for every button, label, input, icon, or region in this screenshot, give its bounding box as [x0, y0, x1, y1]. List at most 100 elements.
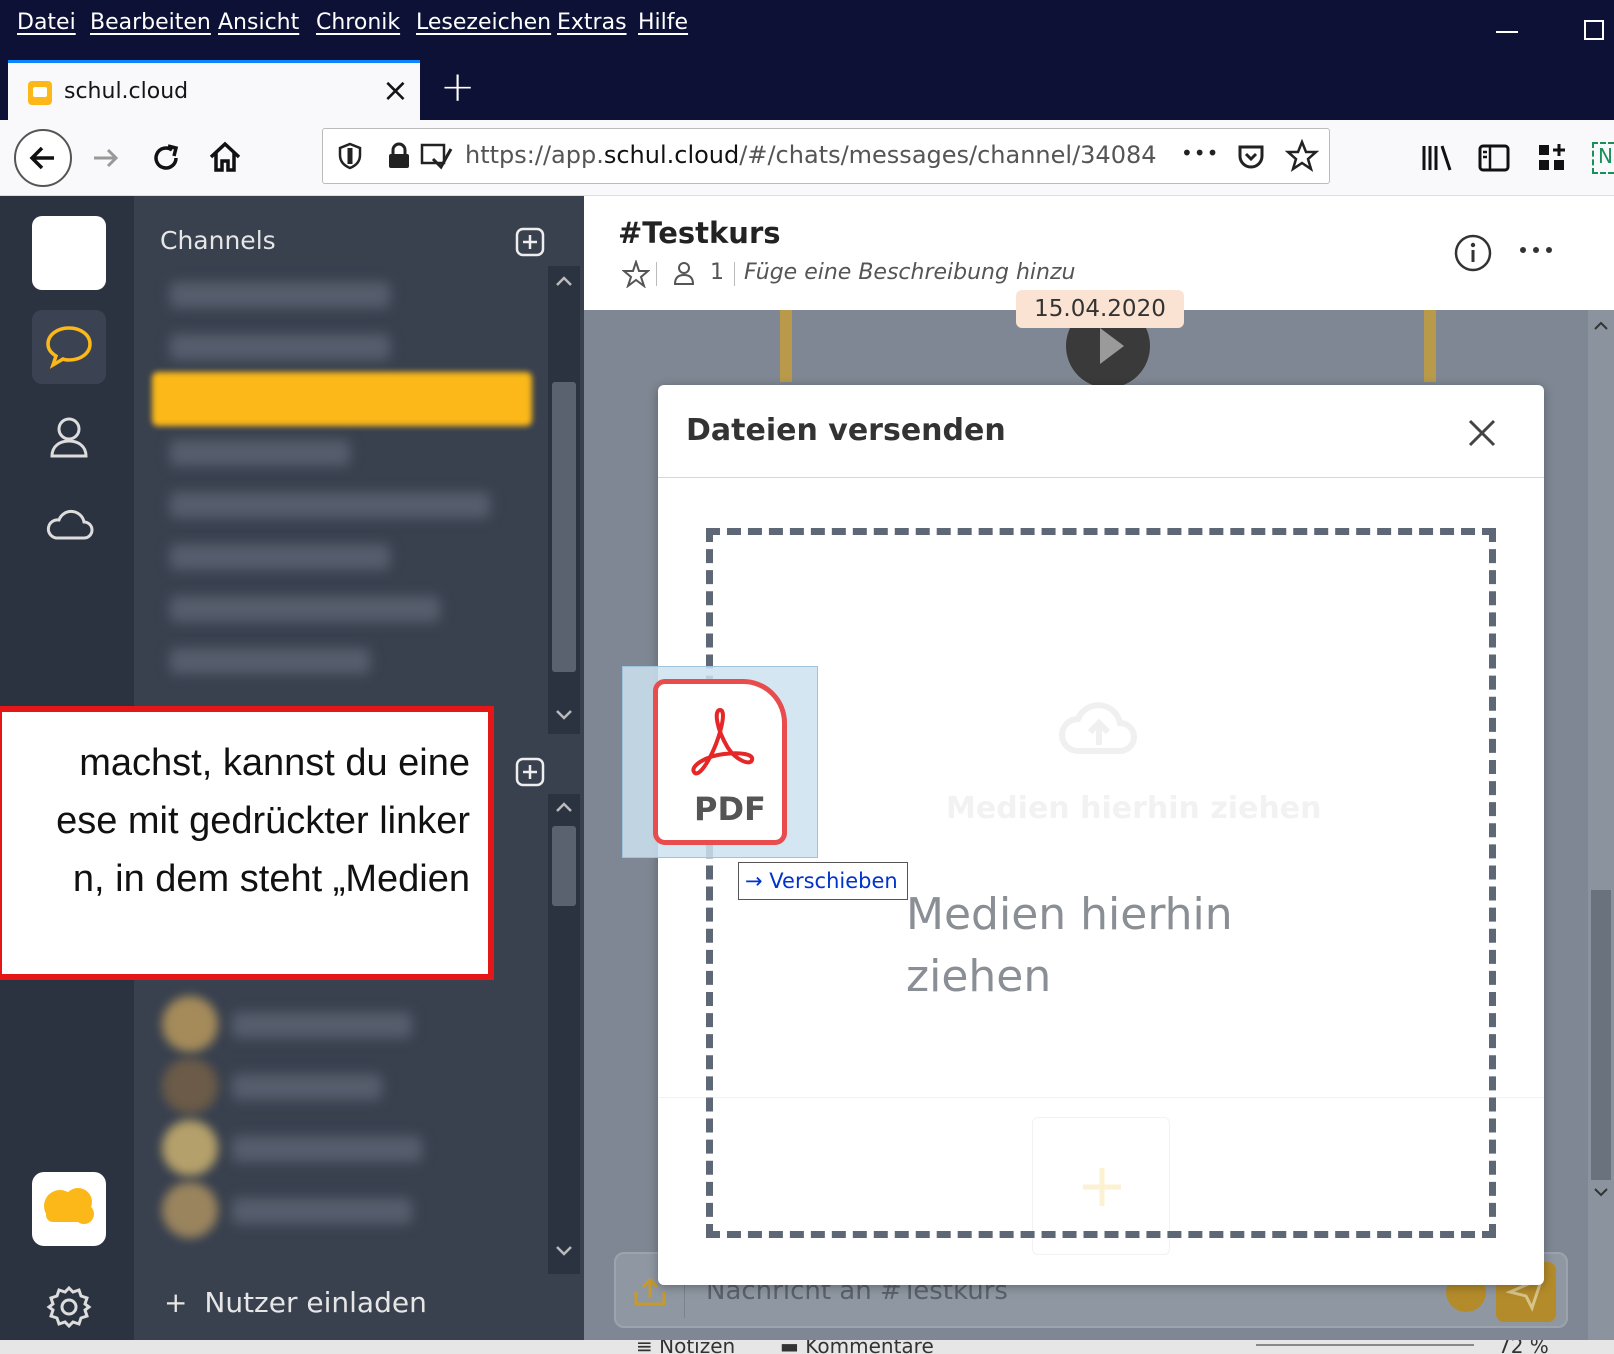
channels-heading: Channels — [160, 226, 276, 255]
contact-list-item[interactable] — [232, 1074, 382, 1100]
drop-hint-line2: ziehen — [906, 951, 1052, 1002]
dialog-title: Dateien versenden — [686, 413, 1006, 448]
channel-list-item[interactable] — [170, 544, 390, 570]
channel-list-item[interactable] — [170, 648, 370, 674]
menu-ansicht[interactable]: Ansicht — [218, 10, 299, 35]
scrollbar-thumb[interactable] — [1591, 890, 1611, 1180]
extensions-icon[interactable] — [1534, 140, 1570, 176]
dragged-file[interactable]: PDF — [622, 666, 818, 858]
move-tooltip: → Verschieben — [738, 862, 908, 900]
avatar — [162, 1058, 218, 1114]
arrow-left-icon — [29, 146, 54, 170]
shield-icon[interactable] — [335, 141, 365, 171]
comments-button[interactable]: ▬ Kommentare — [780, 1340, 934, 1354]
member-count: 1 — [710, 260, 724, 285]
close-tab-icon[interactable]: × — [382, 71, 409, 109]
menu-chronik[interactable]: Chronik — [316, 10, 400, 35]
chats-nav-button[interactable] — [32, 310, 106, 384]
chat-scrollbar[interactable] — [1588, 310, 1614, 1344]
contact-list-item[interactable] — [232, 1136, 422, 1162]
info-icon[interactable] — [1452, 232, 1494, 274]
notes-button[interactable]: ≡ Notizen — [636, 1340, 735, 1354]
favicon-icon — [28, 81, 52, 105]
more-options-icon[interactable] — [1518, 244, 1554, 256]
channel-list-item[interactable] — [170, 492, 490, 518]
pocket-icon[interactable] — [1235, 141, 1267, 173]
minimize-icon[interactable] — [1496, 31, 1518, 33]
scroll-up-icon[interactable] — [554, 800, 574, 814]
menu-extras[interactable]: Extras — [557, 10, 627, 35]
status-bar: ≡ Notizen ▬ Kommentare 72 % — [0, 1340, 1614, 1354]
maximize-icon[interactable] — [1584, 20, 1604, 40]
pdf-file-icon: PDF — [653, 679, 787, 845]
menu-lesezeichen[interactable]: Lesezeichen — [416, 10, 551, 35]
menu-hilfe[interactable]: Hilfe — [638, 10, 688, 35]
page-actions-icon[interactable]: ••• — [1181, 141, 1219, 165]
new-tab-icon[interactable]: + — [440, 62, 475, 111]
chat-bubble-icon — [46, 326, 92, 369]
contact-list-item[interactable] — [232, 1198, 412, 1224]
scroll-down-icon[interactable] — [1592, 1186, 1610, 1200]
scrollbar-thumb[interactable] — [552, 826, 576, 906]
zoom-level: 72 % — [1498, 1340, 1549, 1354]
url-bar[interactable]: https://app.schul.cloud/#/chats/messages… — [322, 128, 1330, 184]
library-icon[interactable] — [1418, 138, 1458, 178]
settings-gear-icon[interactable] — [44, 1282, 94, 1332]
forward-icon[interactable] — [88, 140, 124, 176]
comments-label: Kommentare — [805, 1340, 934, 1354]
addon-icon[interactable]: N — [1592, 142, 1614, 174]
favorite-star-icon[interactable] — [622, 260, 650, 288]
avatar — [162, 1120, 218, 1176]
message-bubble-edge — [780, 310, 792, 382]
bookmark-star-icon[interactable] — [1285, 139, 1319, 173]
tab-schul-cloud[interactable]: schul.cloud × — [8, 60, 420, 120]
url-text[interactable]: https://app.schul.cloud/#/chats/messages… — [465, 141, 1157, 169]
home-icon[interactable] — [206, 138, 244, 176]
channel-list-item[interactable] — [170, 596, 440, 622]
channel-scrollbar[interactable] — [548, 266, 580, 734]
description-placeholder[interactable]: Füge eine Beschreibung hinzu — [744, 260, 1075, 285]
annotation-line3: n, in dem steht „Medien — [72, 858, 470, 900]
schul-cloud-logo[interactable] — [32, 1172, 106, 1246]
contact-list-item[interactable] — [232, 1012, 412, 1038]
permissions-icon[interactable] — [419, 141, 453, 171]
tab-title: schul.cloud — [64, 79, 189, 104]
date-badge: 15.04.2020 — [1016, 290, 1184, 328]
invite-users-button[interactable]: + Nutzer einladen — [164, 1286, 427, 1319]
cloud-icon[interactable] — [42, 506, 96, 546]
reload-icon[interactable] — [148, 140, 184, 176]
contacts-icon[interactable] — [44, 412, 94, 462]
organization-logo[interactable] — [32, 216, 106, 290]
scroll-up-icon[interactable] — [554, 274, 574, 288]
zoom-slider[interactable] — [1256, 1344, 1474, 1346]
scroll-down-icon[interactable] — [554, 1244, 574, 1258]
menu-datei[interactable]: Datei — [17, 10, 76, 35]
schul-cloud-logo-icon — [44, 1188, 94, 1224]
annotation-line1: machst, kannst du eine — [79, 742, 470, 784]
channel-list-item[interactable] — [170, 334, 390, 360]
channel-list-item[interactable] — [170, 440, 350, 466]
url-prefix: https://app. — [465, 141, 604, 169]
channel-list-item[interactable] — [170, 282, 390, 308]
contacts-scrollbar[interactable] — [548, 794, 580, 1274]
sidebar-toggle-icon[interactable] — [1476, 140, 1512, 176]
members-icon[interactable] — [672, 260, 696, 286]
url-domain: schul.cloud — [603, 141, 740, 169]
arrow-right-icon: → — [745, 869, 763, 893]
scroll-up-icon[interactable] — [1592, 318, 1610, 332]
annotation-line2: ese mit gedrückter linker — [56, 800, 470, 842]
lock-icon[interactable] — [385, 141, 413, 171]
channel-list-item-active[interactable] — [152, 372, 532, 426]
scrollbar-thumb[interactable] — [552, 382, 576, 672]
avatar — [162, 996, 218, 1052]
add-channel-icon[interactable] — [514, 226, 546, 258]
scroll-down-icon[interactable] — [554, 708, 574, 722]
channel-title: #Testkurs — [618, 216, 781, 250]
close-icon[interactable] — [1464, 415, 1500, 451]
menu-bearbeiten[interactable]: Bearbeiten — [90, 10, 211, 35]
add-contact-icon[interactable] — [514, 756, 546, 788]
acrobat-icon — [691, 707, 755, 776]
notes-label: Notizen — [659, 1340, 736, 1354]
plus-icon: + — [164, 1286, 188, 1319]
back-button[interactable] — [14, 129, 72, 187]
